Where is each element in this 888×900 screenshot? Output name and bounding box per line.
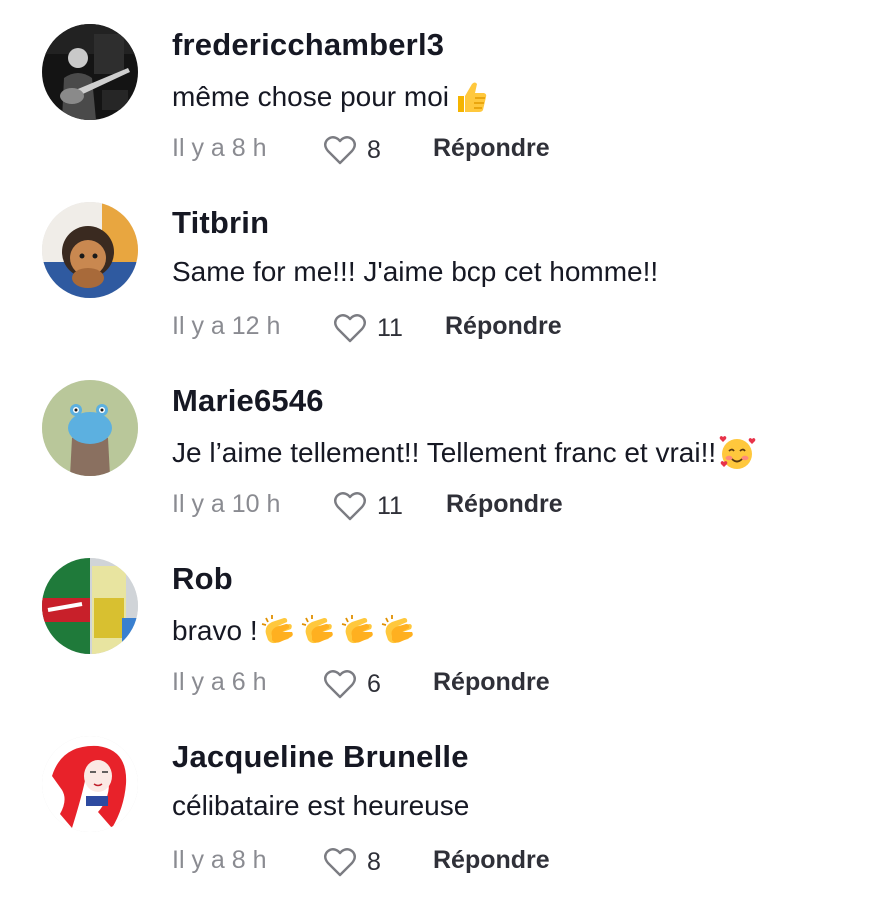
comment-text-content: bravo ! bbox=[172, 615, 258, 646]
username[interactable]: Titbrin bbox=[172, 205, 269, 241]
heart-icon bbox=[324, 136, 356, 165]
clapping-hands-icon bbox=[380, 612, 418, 650]
heart-icon bbox=[334, 492, 366, 521]
username[interactable]: Jacqueline Brunelle bbox=[172, 739, 469, 775]
timestamp: Il y a 8 h bbox=[172, 846, 267, 874]
clapping-hands-icon bbox=[340, 612, 378, 650]
avatar[interactable] bbox=[42, 736, 138, 832]
timestamp: Il y a 8 h bbox=[172, 134, 267, 162]
heart-icon bbox=[334, 314, 366, 343]
clapping-hands-icon bbox=[300, 612, 338, 650]
comment-item: fredericchamberl3 même chose pour moi Il… bbox=[0, 0, 888, 178]
comment-list: fredericchamberl3 même chose pour moi Il… bbox=[0, 0, 888, 900]
comment-text: célibataire est heureuse bbox=[172, 790, 469, 822]
comment-text-content: Same for me!!! J'aime bcp cet homme!! bbox=[172, 256, 659, 287]
like-button[interactable]: 8 bbox=[322, 132, 381, 168]
avatar[interactable] bbox=[42, 202, 138, 298]
like-button[interactable]: 11 bbox=[332, 310, 403, 346]
username[interactable]: Marie6546 bbox=[172, 383, 324, 419]
avatar-image-guitarist bbox=[42, 24, 138, 120]
username[interactable]: fredericchamberl3 bbox=[172, 27, 444, 63]
like-count: 8 bbox=[367, 847, 381, 876]
comment-text-content: Je l’aime tellement!! Tellement franc et… bbox=[172, 437, 717, 468]
comment-item: Titbrin Same for me!!! J'aime bcp cet ho… bbox=[0, 178, 888, 356]
like-button[interactable]: 6 bbox=[322, 666, 381, 702]
timestamp: Il y a 10 h bbox=[172, 490, 281, 518]
reply-button[interactable]: Répondre bbox=[433, 134, 550, 163]
smiling-face-with-hearts-icon bbox=[718, 434, 756, 472]
reply-button[interactable]: Répondre bbox=[446, 490, 563, 519]
avatar-image-drinks bbox=[42, 558, 138, 654]
like-count: 11 bbox=[377, 491, 403, 520]
comment-text: Je l’aime tellement!! Tellement franc et… bbox=[172, 434, 756, 472]
timestamp: Il y a 6 h bbox=[172, 668, 267, 696]
avatar[interactable] bbox=[42, 24, 138, 120]
comment-text: Same for me!!! J'aime bcp cet homme!! bbox=[172, 256, 658, 288]
like-button[interactable]: 8 bbox=[322, 844, 381, 880]
heart-icon bbox=[324, 848, 356, 877]
like-count: 8 bbox=[367, 135, 381, 164]
comment-text: même chose pour moi bbox=[172, 78, 489, 116]
comment-item: Marie6546 Je l’aime tellement!! Tellemen… bbox=[0, 356, 888, 534]
avatar[interactable] bbox=[42, 380, 138, 476]
comment-text-content: même chose pour moi bbox=[172, 81, 450, 112]
reply-button[interactable]: Répondre bbox=[433, 668, 550, 697]
like-count: 11 bbox=[377, 313, 403, 342]
comment-text-content: célibataire est heureuse bbox=[172, 790, 470, 821]
avatar-image-red-hair-drawing bbox=[42, 736, 138, 832]
avatar[interactable] bbox=[42, 558, 138, 654]
reply-button[interactable]: Répondre bbox=[433, 846, 550, 875]
avatar-image-blue-creature bbox=[42, 380, 138, 476]
heart-icon bbox=[324, 670, 356, 699]
like-count: 6 bbox=[367, 669, 381, 698]
clapping-hands-icon bbox=[260, 612, 298, 650]
reply-button[interactable]: Répondre bbox=[445, 312, 562, 341]
comment-item: Rob bravo ! Il y a 6 h 6 Répondre bbox=[0, 534, 888, 712]
thumbs-up-icon bbox=[451, 78, 489, 116]
comment-item: Jacqueline Brunelle célibataire est heur… bbox=[0, 712, 888, 890]
username[interactable]: Rob bbox=[172, 561, 233, 597]
like-button[interactable]: 11 bbox=[332, 488, 403, 524]
avatar-image-cartoon-character bbox=[42, 202, 138, 298]
comment-text: bravo ! bbox=[172, 612, 418, 650]
timestamp: Il y a 12 h bbox=[172, 312, 281, 340]
